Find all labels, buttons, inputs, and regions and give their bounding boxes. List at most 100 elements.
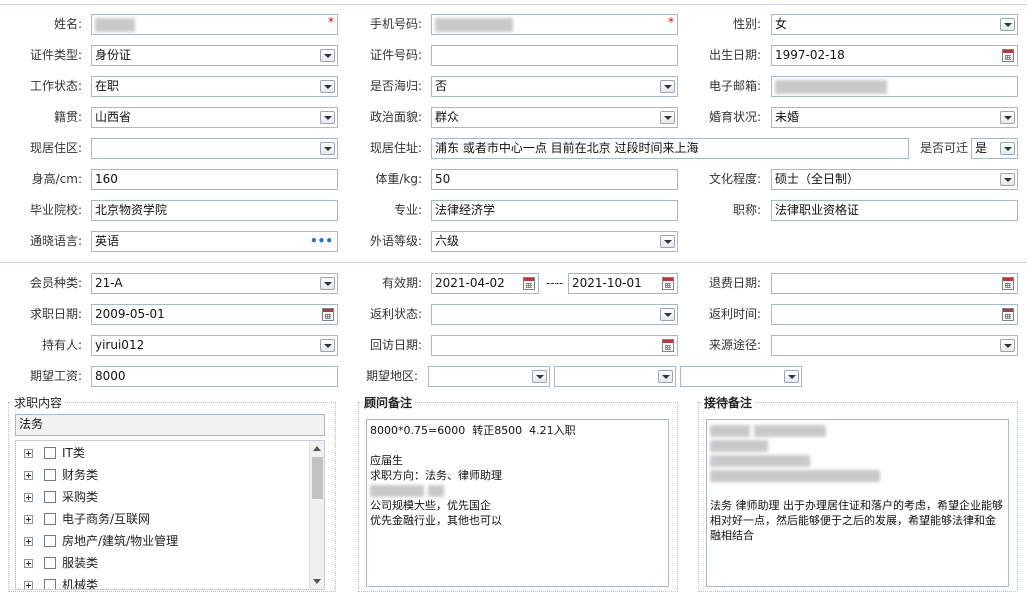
- height-field[interactable]: 160: [91, 169, 338, 190]
- tree-item[interactable]: 房地产/建筑/物业管理: [24, 531, 304, 551]
- chevron-down-icon[interactable]: [1000, 339, 1015, 352]
- reception-notes[interactable]: 法务 律师助理 出于办理居住证和落户的考虑，希望企业能够相对好一点，然后能够便于…: [706, 419, 1009, 587]
- chevron-down-icon[interactable]: [1000, 18, 1015, 31]
- expand-icon[interactable]: [24, 449, 33, 458]
- idnum-field[interactable]: [431, 45, 678, 66]
- chevron-down-icon[interactable]: [320, 339, 335, 352]
- source-label: 来源途径:: [708, 338, 761, 352]
- email-field[interactable]: [771, 76, 1018, 97]
- calendar-icon[interactable]: [1002, 308, 1014, 321]
- chevron-down-icon[interactable]: [1000, 142, 1015, 155]
- chevron-down-icon[interactable]: [660, 235, 675, 248]
- calendar-icon[interactable]: [523, 277, 535, 290]
- tree-item[interactable]: 机械类: [24, 575, 304, 589]
- refund-date-field[interactable]: [771, 273, 1018, 294]
- birth-date-field[interactable]: 1997-02-18: [771, 45, 1018, 66]
- expand-icon[interactable]: [24, 515, 33, 524]
- weight-field[interactable]: 50: [431, 169, 678, 190]
- redacted-line: [710, 438, 1005, 453]
- valid-to-field[interactable]: 2021-10-01: [568, 273, 678, 294]
- job-search-input[interactable]: 法务: [15, 414, 325, 436]
- address-field[interactable]: 浦东 或者市中心一点 目前在北京 过段时间来上海: [431, 138, 909, 159]
- chevron-down-icon[interactable]: [1000, 173, 1015, 186]
- title-field[interactable]: 法律职业资格证: [771, 200, 1018, 221]
- expand-icon[interactable]: [24, 537, 33, 546]
- valid-to-value: 2021-10-01: [572, 276, 642, 290]
- checkbox[interactable]: [44, 513, 56, 525]
- region-province-select[interactable]: [428, 366, 550, 387]
- overseas-select[interactable]: 否: [431, 76, 678, 97]
- chevron-down-icon[interactable]: [784, 370, 799, 383]
- scroll-up-icon[interactable]: [313, 446, 321, 451]
- chevron-down-icon[interactable]: [660, 111, 675, 124]
- region-district-select[interactable]: [680, 366, 802, 387]
- rebate-status-select[interactable]: [431, 304, 678, 325]
- major-field[interactable]: 法律经济学: [431, 200, 678, 221]
- chevron-down-icon[interactable]: [1000, 111, 1015, 124]
- chevron-down-icon[interactable]: [320, 277, 335, 290]
- expand-icon[interactable]: [24, 581, 33, 589]
- holder-select[interactable]: yirui012: [91, 335, 338, 356]
- salary-field[interactable]: 8000: [91, 366, 338, 387]
- rebate-time-field[interactable]: [771, 304, 1018, 325]
- calendar-icon[interactable]: [1002, 277, 1014, 290]
- tree-scrollbar[interactable]: [309, 441, 324, 589]
- checkbox[interactable]: [44, 535, 56, 547]
- member-type-select[interactable]: 21-A: [91, 273, 338, 294]
- tree-item[interactable]: 财务类: [24, 465, 304, 485]
- tree-item[interactable]: 服装类: [24, 553, 304, 573]
- chevron-down-icon[interactable]: [320, 80, 335, 93]
- political-label: 政治面貌:: [369, 110, 422, 124]
- chevron-down-icon[interactable]: [320, 111, 335, 124]
- calendar-icon[interactable]: [662, 277, 674, 290]
- education-select[interactable]: 硕士（全日制）: [771, 169, 1018, 190]
- expand-icon[interactable]: [24, 471, 33, 480]
- expand-icon[interactable]: [24, 559, 33, 568]
- workstatus-select[interactable]: 在职: [91, 76, 338, 97]
- idtype-select[interactable]: 身份证: [91, 45, 338, 66]
- consultant-notes[interactable]: 8000*0.75=6000 转正8500 4.21入职 应届生 求职方向：法务、律…: [366, 419, 669, 587]
- name-field[interactable]: *: [91, 14, 338, 35]
- chevron-down-icon[interactable]: [532, 370, 547, 383]
- valid-from-field[interactable]: 2021-04-02: [431, 273, 539, 294]
- chevron-down-icon[interactable]: [320, 142, 335, 155]
- tree-item[interactable]: 采购类: [24, 487, 304, 507]
- checkbox[interactable]: [44, 491, 56, 503]
- visit-date-field[interactable]: [431, 335, 678, 356]
- note-line: 优先金融行业，其他也可以: [370, 514, 502, 527]
- checkbox[interactable]: [44, 557, 56, 569]
- political-select[interactable]: 群众: [431, 107, 678, 128]
- checkbox[interactable]: [44, 469, 56, 481]
- jobdate-field[interactable]: 2009-05-01: [91, 304, 338, 325]
- note-line: 应届生: [370, 454, 403, 467]
- checkbox[interactable]: [44, 579, 56, 589]
- more-icon[interactable]: •••: [310, 232, 333, 251]
- calendar-icon[interactable]: [662, 339, 674, 352]
- calendar-icon[interactable]: [322, 308, 334, 321]
- expand-icon[interactable]: [24, 493, 33, 502]
- gender-select[interactable]: 女: [771, 14, 1018, 35]
- district-select[interactable]: [91, 138, 338, 159]
- chevron-down-icon[interactable]: [660, 80, 675, 93]
- scroll-thumb[interactable]: [312, 457, 323, 499]
- region-city-select[interactable]: [554, 366, 676, 387]
- overseas-label: 是否海归:: [369, 79, 422, 93]
- chevron-down-icon[interactable]: [658, 370, 673, 383]
- langlevel-select[interactable]: 六级: [431, 231, 678, 252]
- native-select[interactable]: 山西省: [91, 107, 338, 128]
- tree-item[interactable]: IT类: [24, 443, 304, 463]
- chevron-down-icon[interactable]: [660, 308, 675, 321]
- calendar-icon[interactable]: [1002, 49, 1014, 62]
- marital-select[interactable]: 未婚: [771, 107, 1018, 128]
- scroll-down-icon[interactable]: [313, 579, 321, 584]
- phone-field[interactable]: *: [431, 14, 678, 35]
- language-field[interactable]: 英语 •••: [91, 231, 338, 252]
- tree-item-label: 服装类: [62, 556, 99, 570]
- school-field[interactable]: 北京物资学院: [91, 200, 338, 221]
- jobdate-label: 求职日期:: [29, 307, 82, 321]
- relocate-select[interactable]: 是: [971, 138, 1018, 159]
- chevron-down-icon[interactable]: [320, 49, 335, 62]
- checkbox[interactable]: [44, 447, 56, 459]
- source-select[interactable]: [771, 335, 1018, 356]
- tree-item[interactable]: 电子商务/互联网: [24, 509, 304, 529]
